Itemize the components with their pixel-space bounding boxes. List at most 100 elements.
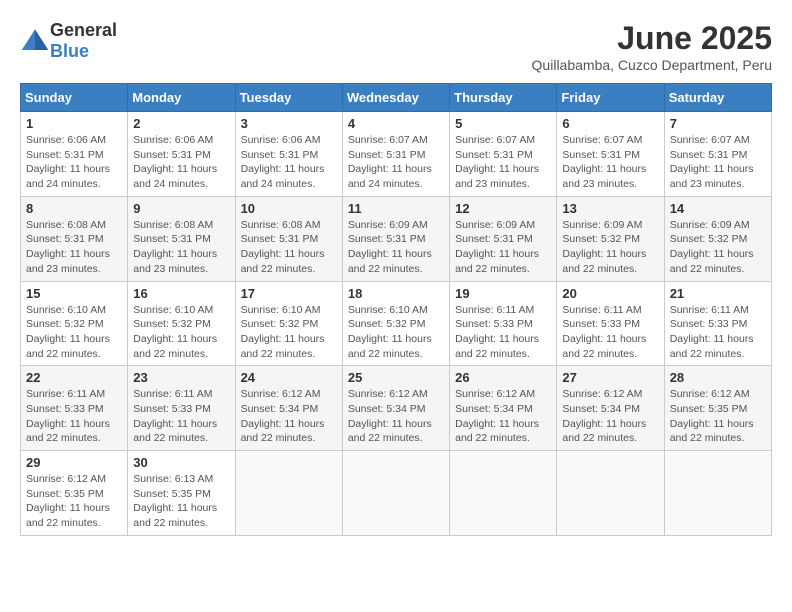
calendar-cell	[450, 451, 557, 536]
day-number: 18	[348, 286, 444, 301]
day-info: Sunrise: 6:10 AM Sunset: 5:32 PM Dayligh…	[26, 303, 122, 362]
calendar-cell: 16Sunrise: 6:10 AM Sunset: 5:32 PM Dayli…	[128, 281, 235, 366]
day-info: Sunrise: 6:10 AM Sunset: 5:32 PM Dayligh…	[348, 303, 444, 362]
logo-blue: Blue	[50, 41, 89, 61]
day-number: 2	[133, 116, 229, 131]
calendar-cell: 20 Sunrise: 6:11 AM Sunset: 5:33 PM Dayli…	[557, 281, 664, 366]
calendar-cell: 1Sunrise: 6:06 AM Sunset: 5:31 PM Daylig…	[21, 112, 128, 197]
day-of-week-header: Wednesday	[342, 84, 449, 112]
day-number: 30	[133, 455, 229, 470]
day-info: Sunrise: 6:11 AM Sunset: 5:33 PM Dayligh…	[670, 303, 766, 362]
calendar-cell: 2 Sunrise: 6:06 AM Sunset: 5:31 PM Daylig…	[128, 112, 235, 197]
day-number: 9	[133, 201, 229, 216]
day-of-week-header: Thursday	[450, 84, 557, 112]
day-number: 19	[455, 286, 551, 301]
calendar-cell: 26Sunrise: 6:12 AM Sunset: 5:34 PM Dayli…	[450, 366, 557, 451]
day-info: Sunrise: 6:12 AM Sunset: 5:35 PM Dayligh…	[670, 387, 766, 446]
day-number: 12	[455, 201, 551, 216]
day-info: Sunrise: 6:11 AM Sunset: 5:33 PM Dayligh…	[562, 303, 658, 362]
day-of-week-header: Monday	[128, 84, 235, 112]
calendar-cell: 29 Sunrise: 6:12 AM Sunset: 5:35 PM Dayli…	[21, 451, 128, 536]
day-info: Sunrise: 6:06 AM Sunset: 5:31 PM Dayligh…	[241, 133, 337, 192]
calendar-cell: 15 Sunrise: 6:10 AM Sunset: 5:32 PM Dayli…	[21, 281, 128, 366]
day-number: 28	[670, 370, 766, 385]
day-info: Sunrise: 6:12 AM Sunset: 5:34 PM Dayligh…	[455, 387, 551, 446]
day-info: Sunrise: 6:09 AM Sunset: 5:31 PM Dayligh…	[348, 218, 444, 277]
day-info: Sunrise: 6:09 AM Sunset: 5:31 PM Dayligh…	[455, 218, 551, 277]
calendar-cell	[235, 451, 342, 536]
calendar-cell: 10Sunrise: 6:08 AM Sunset: 5:31 PM Dayli…	[235, 196, 342, 281]
calendar-header-row: SundayMondayTuesdayWednesdayThursdayFrid…	[21, 84, 772, 112]
calendar-cell: 9 Sunrise: 6:08 AM Sunset: 5:31 PM Daylig…	[128, 196, 235, 281]
day-info: Sunrise: 6:07 AM Sunset: 5:31 PM Dayligh…	[348, 133, 444, 192]
day-number: 15	[26, 286, 122, 301]
day-of-week-header: Friday	[557, 84, 664, 112]
day-info: Sunrise: 6:06 AM Sunset: 5:31 PM Dayligh…	[133, 133, 229, 192]
calendar-week-row: 29 Sunrise: 6:12 AM Sunset: 5:35 PM Dayli…	[21, 451, 772, 536]
day-info: Sunrise: 6:07 AM Sunset: 5:31 PM Dayligh…	[670, 133, 766, 192]
day-info: Sunrise: 6:09 AM Sunset: 5:32 PM Dayligh…	[670, 218, 766, 277]
day-info: Sunrise: 6:12 AM Sunset: 5:34 PM Dayligh…	[241, 387, 337, 446]
calendar-cell	[664, 451, 771, 536]
day-number: 6	[562, 116, 658, 131]
subtitle: Quillabamba, Cuzco Department, Peru	[532, 57, 772, 73]
calendar-cell: 4 Sunrise: 6:07 AM Sunset: 5:31 PM Daylig…	[342, 112, 449, 197]
day-number: 21	[670, 286, 766, 301]
month-title: June 2025	[532, 20, 772, 57]
calendar-week-row: 8 Sunrise: 6:08 AM Sunset: 5:31 PM Daylig…	[21, 196, 772, 281]
calendar-cell: 18 Sunrise: 6:10 AM Sunset: 5:32 PM Dayli…	[342, 281, 449, 366]
day-number: 23	[133, 370, 229, 385]
calendar-week-row: 15 Sunrise: 6:10 AM Sunset: 5:32 PM Dayli…	[21, 281, 772, 366]
title-area: June 2025 Quillabamba, Cuzco Department,…	[532, 20, 772, 73]
day-info: Sunrise: 6:08 AM Sunset: 5:31 PM Dayligh…	[26, 218, 122, 277]
day-number: 27	[562, 370, 658, 385]
calendar-cell: 25Sunrise: 6:12 AM Sunset: 5:34 PM Dayli…	[342, 366, 449, 451]
day-info: Sunrise: 6:10 AM Sunset: 5:32 PM Dayligh…	[133, 303, 229, 362]
day-info: Sunrise: 6:11 AM Sunset: 5:33 PM Dayligh…	[26, 387, 122, 446]
calendar: SundayMondayTuesdayWednesdayThursdayFrid…	[20, 83, 772, 536]
calendar-cell: 27 Sunrise: 6:12 AM Sunset: 5:34 PM Dayli…	[557, 366, 664, 451]
calendar-week-row: 22 Sunrise: 6:11 AM Sunset: 5:33 PM Dayli…	[21, 366, 772, 451]
calendar-cell: 28 Sunrise: 6:12 AM Sunset: 5:35 PM Dayli…	[664, 366, 771, 451]
day-info: Sunrise: 6:06 AM Sunset: 5:31 PM Dayligh…	[26, 133, 122, 192]
day-of-week-header: Sunday	[21, 84, 128, 112]
calendar-cell: 13Sunrise: 6:09 AM Sunset: 5:32 PM Dayli…	[557, 196, 664, 281]
calendar-cell: 14 Sunrise: 6:09 AM Sunset: 5:32 PM Dayli…	[664, 196, 771, 281]
calendar-cell: 3 Sunrise: 6:06 AM Sunset: 5:31 PM Daylig…	[235, 112, 342, 197]
logo-icon	[20, 26, 50, 56]
calendar-cell: 30 Sunrise: 6:13 AM Sunset: 5:35 PM Dayli…	[128, 451, 235, 536]
calendar-cell: 17Sunrise: 6:10 AM Sunset: 5:32 PM Dayli…	[235, 281, 342, 366]
day-info: Sunrise: 6:11 AM Sunset: 5:33 PM Dayligh…	[133, 387, 229, 446]
day-info: Sunrise: 6:07 AM Sunset: 5:31 PM Dayligh…	[455, 133, 551, 192]
calendar-cell	[557, 451, 664, 536]
day-number: 3	[241, 116, 337, 131]
calendar-cell: 8 Sunrise: 6:08 AM Sunset: 5:31 PM Daylig…	[21, 196, 128, 281]
day-number: 5	[455, 116, 551, 131]
calendar-cell: 6 Sunrise: 6:07 AM Sunset: 5:31 PM Daylig…	[557, 112, 664, 197]
day-number: 10	[241, 201, 337, 216]
header: General Blue June 2025 Quillabamba, Cuzc…	[20, 20, 772, 73]
day-number: 22	[26, 370, 122, 385]
day-number: 20	[562, 286, 658, 301]
day-number: 14	[670, 201, 766, 216]
day-info: Sunrise: 6:13 AM Sunset: 5:35 PM Dayligh…	[133, 472, 229, 531]
day-of-week-header: Tuesday	[235, 84, 342, 112]
day-number: 13	[562, 201, 658, 216]
day-number: 8	[26, 201, 122, 216]
day-info: Sunrise: 6:10 AM Sunset: 5:32 PM Dayligh…	[241, 303, 337, 362]
day-info: Sunrise: 6:12 AM Sunset: 5:35 PM Dayligh…	[26, 472, 122, 531]
day-info: Sunrise: 6:07 AM Sunset: 5:31 PM Dayligh…	[562, 133, 658, 192]
day-info: Sunrise: 6:11 AM Sunset: 5:33 PM Dayligh…	[455, 303, 551, 362]
calendar-cell	[342, 451, 449, 536]
calendar-cell: 5 Sunrise: 6:07 AM Sunset: 5:31 PM Daylig…	[450, 112, 557, 197]
logo: General Blue	[20, 20, 117, 62]
logo-general: General	[50, 20, 117, 40]
calendar-cell: 19 Sunrise: 6:11 AM Sunset: 5:33 PM Dayli…	[450, 281, 557, 366]
day-number: 29	[26, 455, 122, 470]
day-info: Sunrise: 6:12 AM Sunset: 5:34 PM Dayligh…	[562, 387, 658, 446]
day-info: Sunrise: 6:08 AM Sunset: 5:31 PM Dayligh…	[133, 218, 229, 277]
calendar-cell: 11 Sunrise: 6:09 AM Sunset: 5:31 PM Dayli…	[342, 196, 449, 281]
calendar-cell: 23 Sunrise: 6:11 AM Sunset: 5:33 PM Dayli…	[128, 366, 235, 451]
day-number: 4	[348, 116, 444, 131]
day-number: 11	[348, 201, 444, 216]
